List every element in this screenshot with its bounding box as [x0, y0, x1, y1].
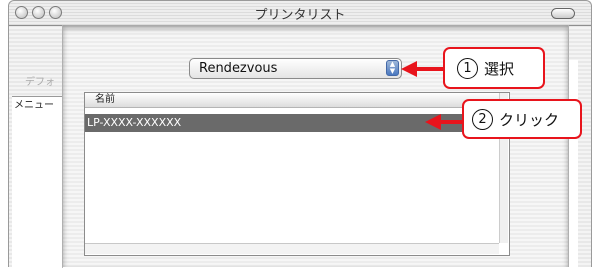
column-header-name[interactable]: 名前 — [85, 93, 499, 108]
list-footer — [85, 243, 499, 254]
column-header-label: 名前 — [95, 94, 115, 105]
window-title: プリンタリスト — [254, 8, 346, 23]
popup-selected-value: Rendezvous — [199, 61, 278, 76]
callout-arrow-head-2 — [425, 114, 441, 130]
callout-arrow-head-1 — [401, 61, 417, 77]
background-list — [12, 96, 63, 268]
callout-arrow-line-1 — [416, 67, 444, 71]
callout-text: 選択 — [484, 59, 515, 78]
printer-name: LP-XXXX-XXXXXX — [87, 116, 182, 129]
callout-arrow-line-2 — [440, 120, 463, 124]
close-window-icon[interactable] — [15, 6, 28, 19]
up-down-arrows-icon[interactable]: ▲ ▼ — [386, 60, 399, 76]
background-list-header: メニュー — [14, 100, 54, 111]
zoom-window-icon[interactable] — [49, 6, 62, 19]
toolbar-toggle-icon[interactable] — [551, 8, 575, 19]
callout-number: 1 — [457, 57, 478, 79]
callout-text: クリック — [499, 110, 560, 129]
background-label: デフォ — [25, 77, 55, 88]
callout-select: 1 選択 — [443, 47, 545, 89]
minimize-window-icon[interactable] — [32, 6, 45, 19]
callout-click: 2 クリック — [462, 99, 582, 139]
callout-number: 2 — [472, 108, 493, 130]
